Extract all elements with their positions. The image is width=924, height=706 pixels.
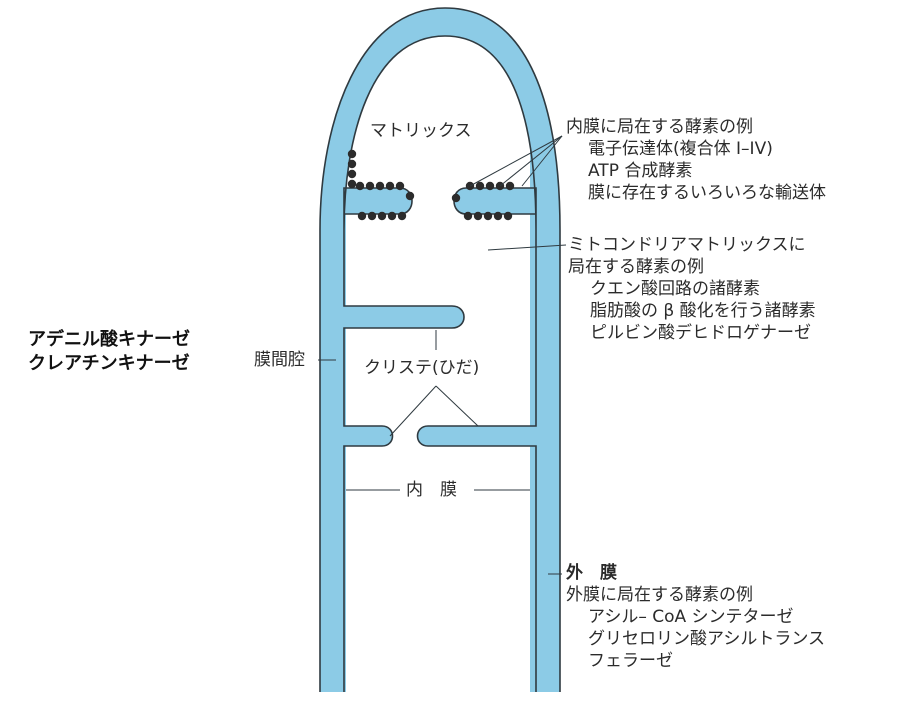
- membrane-particle: [347, 159, 357, 169]
- crista-top-right: [454, 188, 540, 214]
- outer-enzymes-title: 外膜に局在する酵素の例: [566, 585, 753, 605]
- membrane-particle: [375, 181, 385, 191]
- leader-cristae-right: [435, 385, 479, 427]
- membrane-particle: [503, 211, 513, 221]
- inner-enzymes-title: 内膜に局在する酵素の例: [566, 117, 753, 137]
- inner-membrane-enzymes: 内膜に局在する酵素の例 電子伝達体(複合体 I–IV) ATP 合成酵素 膜に存…: [566, 116, 826, 204]
- inner-enzyme-item: 電子伝達体(複合体 I–IV): [588, 139, 773, 159]
- crista-top-left: [336, 188, 412, 214]
- outer-membrane-title: 外 膜: [566, 563, 617, 583]
- membrane-particle: [493, 211, 503, 221]
- matrix-enzyme-item: ピルビン酸デヒドロゲナーゼ: [590, 323, 811, 343]
- membrane-particle: [485, 181, 495, 191]
- cristae-label: クリステ(ひだ): [364, 358, 480, 378]
- intermembrane-enzyme-item: クレアチンキナーゼ: [28, 353, 190, 374]
- membrane-fill: [320, 8, 560, 692]
- membrane-particle: [387, 211, 397, 221]
- intermembrane-enzyme-item: アデニル酸キナーゼ: [28, 329, 190, 350]
- membrane-particle: [355, 181, 365, 191]
- outer-membrane-band: [320, 8, 560, 692]
- membrane-particle: [377, 211, 387, 221]
- membrane-particle: [483, 211, 493, 221]
- membrane-particle: [385, 181, 395, 191]
- matrix-enzyme-item: 脂肪酸の β 酸化を行う諸酵素: [590, 301, 816, 321]
- matrix-enzymes-title-2: 局在する酵素の例: [568, 257, 704, 277]
- outer-enzyme-item: フェラーゼ: [588, 651, 673, 671]
- outer-membrane-block: 外 膜 外膜に局在する酵素の例 アシル– CoA シンテターゼ グリセロリン酸ア…: [566, 562, 825, 672]
- membrane-particle: [347, 179, 357, 189]
- matrix-enzyme-item: クエン酸回路の諸酵素: [590, 279, 760, 299]
- membrane-particle: [473, 211, 483, 221]
- membrane-particle: [365, 181, 375, 191]
- membrane-particle: [347, 169, 357, 179]
- intermembrane-space-label: 膜間腔: [254, 350, 305, 370]
- membrane-particle: [357, 211, 367, 221]
- membrane-particle: [451, 193, 461, 203]
- membrane-particle: [347, 149, 357, 159]
- membrane-particle: [367, 211, 377, 221]
- crista-bottom-left: [336, 426, 393, 446]
- matrix-enzymes-title-1: ミトコンドリアマトリックスに: [568, 235, 806, 255]
- membrane-particle: [405, 191, 415, 201]
- mitochondrion-diagram: マトリックス 内膜に局在する酵素の例 電子伝達体(複合体 I–IV) ATP 合…: [0, 0, 924, 706]
- crista-bottom-right: [417, 426, 540, 446]
- membrane-particle: [395, 181, 405, 191]
- intermembrane-enzymes: アデニル酸キナーゼ クレアチンキナーゼ: [28, 328, 190, 376]
- outer-enzyme-item: グリセロリン酸アシルトランス: [588, 629, 825, 649]
- outer-enzyme-item: アシル– CoA シンテターゼ: [588, 607, 794, 627]
- membrane-particle: [463, 211, 473, 221]
- inner-membrane-label: 内 膜: [406, 480, 457, 500]
- matrix-label: マトリックス: [370, 121, 472, 141]
- membrane-particle: [475, 181, 485, 191]
- membrane-particle: [397, 211, 407, 221]
- crista-middle-left: [336, 306, 464, 328]
- matrix-enzymes: ミトコンドリアマトリックスに 局在する酵素の例 クエン酸回路の諸酵素 脂肪酸の …: [568, 234, 816, 344]
- inner-enzyme-item: ATP 合成酵素: [588, 161, 693, 181]
- inner-enzyme-item: 膜に存在するいろいろな輸送体: [588, 183, 826, 203]
- membrane-particle: [505, 181, 515, 191]
